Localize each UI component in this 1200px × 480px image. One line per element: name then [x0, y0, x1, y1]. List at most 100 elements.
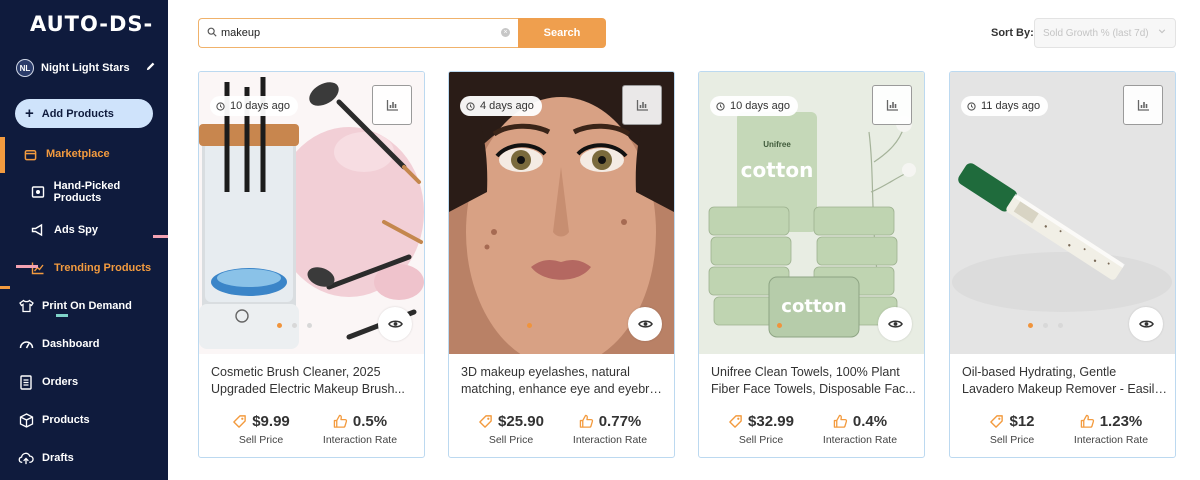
stats-button[interactable]	[872, 85, 912, 125]
preview-button[interactable]	[878, 307, 912, 341]
product-title[interactable]: Unifree Clean Towels, 100% Plant Fiber F…	[711, 364, 916, 398]
image-carousel-dots[interactable]	[527, 323, 532, 328]
interaction-rate: 1.23% Interaction Rate	[1061, 411, 1161, 447]
decoration-stripe	[153, 235, 168, 238]
price-tag-icon	[728, 414, 743, 429]
thumbs-up-icon	[833, 414, 848, 429]
search-field[interactable]: ×	[198, 18, 518, 48]
sort-by-label: Sort By:	[991, 27, 1034, 39]
sidebar-item-label: Ads Spy	[54, 224, 99, 236]
product-title[interactable]: 3D makeup eyelashes, natural matching, e…	[461, 364, 666, 398]
sidebar-item-products[interactable]: Products	[18, 410, 90, 430]
age-badge: 10 days ago	[210, 96, 298, 116]
sidebar-item-hand-picked[interactable]: Hand-Picked Products	[30, 180, 168, 204]
product-title-line: 3D makeup eyelashes, natural	[461, 365, 630, 379]
clock-icon	[216, 101, 225, 111]
clear-search-icon[interactable]: ×	[501, 28, 510, 37]
preview-button[interactable]	[628, 307, 662, 341]
sidebar-item-marketplace[interactable]: Marketplace	[22, 144, 110, 164]
stats-button[interactable]	[622, 85, 662, 125]
product-image[interactable]: 4 days ago	[449, 72, 674, 354]
thumbs-up-icon	[333, 414, 348, 429]
sell-price: $9.99 Sell Price	[211, 411, 311, 446]
autods-logo[interactable]: AUTO-DS-	[30, 12, 153, 36]
hand-picked-icon	[30, 184, 46, 200]
interaction-rate: 0.4% Interaction Rate	[810, 411, 910, 447]
megaphone-icon	[30, 222, 46, 238]
sell-price: $32.99 Sell Price	[711, 411, 811, 446]
rate-value: 0.77%	[598, 412, 642, 430]
search-button[interactable]: Search	[518, 18, 606, 48]
add-products-button[interactable]: + Add Products	[15, 99, 153, 128]
product-title-line: Unifree Clean Towels, 100% Plant	[711, 365, 900, 379]
thumbs-up-icon	[1080, 414, 1095, 429]
price-label: Sell Price	[238, 434, 284, 446]
gauge-icon	[18, 336, 34, 352]
age-text: 11 days ago	[981, 100, 1041, 112]
product-title-line: Lavadero Makeup Remover - Easily...	[962, 382, 1167, 396]
preview-button[interactable]	[378, 307, 412, 341]
product-image[interactable]: Unifree cotton cotton 10 days ago	[699, 72, 924, 354]
sidebar-item-orders[interactable]: Orders	[18, 372, 78, 392]
product-card[interactable]: 10 days ago Cosmetic Brush Cleaner, 2025…	[198, 71, 425, 458]
search-input[interactable]	[221, 27, 491, 39]
sidebar-item-label: Trending Products	[54, 262, 152, 274]
price-value: $25.90	[498, 412, 544, 430]
clock-icon	[967, 101, 976, 111]
cloud-upload-icon	[18, 450, 34, 466]
image-carousel-dots[interactable]	[277, 323, 312, 328]
sell-price: $25.90 Sell Price	[461, 411, 561, 446]
age-badge: 4 days ago	[460, 96, 542, 116]
age-text: 10 days ago	[730, 100, 790, 112]
interaction-rate: 0.77% Interaction Rate	[560, 411, 660, 447]
image-carousel-dots[interactable]	[777, 323, 782, 328]
product-title[interactable]: Oil-based Hydrating, Gentle Lavadero Mak…	[962, 364, 1167, 398]
avatar: NL	[16, 59, 34, 77]
stats-button[interactable]	[372, 85, 412, 125]
product-title[interactable]: Cosmetic Brush Cleaner, 2025 Upgraded El…	[211, 364, 416, 398]
sidebar-item-trending-products[interactable]: Trending Products	[30, 258, 151, 278]
rate-value: 0.4%	[852, 412, 888, 430]
sidebar-item-label: Hand-Picked Products	[53, 180, 121, 204]
price-tag-icon	[478, 414, 493, 429]
user-profile[interactable]: NL Night Light Stars	[16, 59, 156, 77]
stats-button[interactable]	[1123, 85, 1163, 125]
package-text: cotton	[741, 158, 814, 182]
sort-by-select[interactable]: Sold Growth % (last 7d)	[1034, 18, 1176, 48]
sidebar-item-label: Dashboard	[42, 338, 100, 350]
sidebar-item-label: Drafts	[42, 452, 74, 464]
sidebar-item-ads-spy[interactable]: Ads Spy	[30, 220, 98, 240]
trending-chart-icon	[30, 260, 46, 276]
eye-icon	[1138, 319, 1154, 329]
product-title-line: Fiber Face Towels, Disposable Fac...	[711, 382, 916, 396]
decoration-stripe	[0, 286, 10, 289]
sidebar-item-drafts[interactable]: Drafts	[18, 448, 74, 468]
preview-button[interactable]	[1129, 307, 1163, 341]
image-carousel-dots[interactable]	[1028, 323, 1063, 328]
product-card[interactable]: Unifree cotton cotton 10 days ago Unifre…	[698, 71, 925, 458]
edit-pencil-icon[interactable]	[145, 61, 156, 75]
age-badge: 11 days ago	[961, 96, 1049, 116]
clock-icon	[716, 101, 725, 111]
product-title-line: matching, enhance eye and eyebro...	[461, 382, 666, 396]
sidebar-item-label: Print On Demand	[42, 300, 132, 312]
age-badge: 10 days ago	[710, 96, 798, 116]
price-tag-icon	[232, 414, 247, 429]
store-name: Night Light Stars	[41, 62, 130, 74]
chevron-down-icon	[1158, 27, 1166, 37]
product-title-line: Upgraded Electric Makeup Brush...	[211, 382, 405, 396]
product-image[interactable]: 10 days ago	[199, 72, 424, 354]
sidebar-item-label: Products	[42, 414, 90, 426]
eye-icon	[387, 319, 403, 329]
price-tag-icon	[989, 414, 1004, 429]
interaction-rate: 0.5% Interaction Rate	[310, 411, 410, 447]
product-image[interactable]: 11 days ago	[950, 72, 1175, 354]
bar-chart-icon	[636, 99, 649, 111]
sidebar-item-print-on-demand[interactable]: Print On Demand	[18, 296, 132, 316]
package-text: cotton	[781, 296, 846, 317]
product-card[interactable]: 11 days ago Oil-based Hydrating, Gentle …	[949, 71, 1176, 458]
product-card[interactable]: 4 days ago 3D makeup eyelashes, natural …	[448, 71, 675, 458]
search-icon	[207, 24, 217, 42]
sidebar: AUTO-DS- NL Night Light Stars + Add Prod…	[0, 0, 168, 480]
sidebar-item-dashboard[interactable]: Dashboard	[18, 334, 99, 354]
